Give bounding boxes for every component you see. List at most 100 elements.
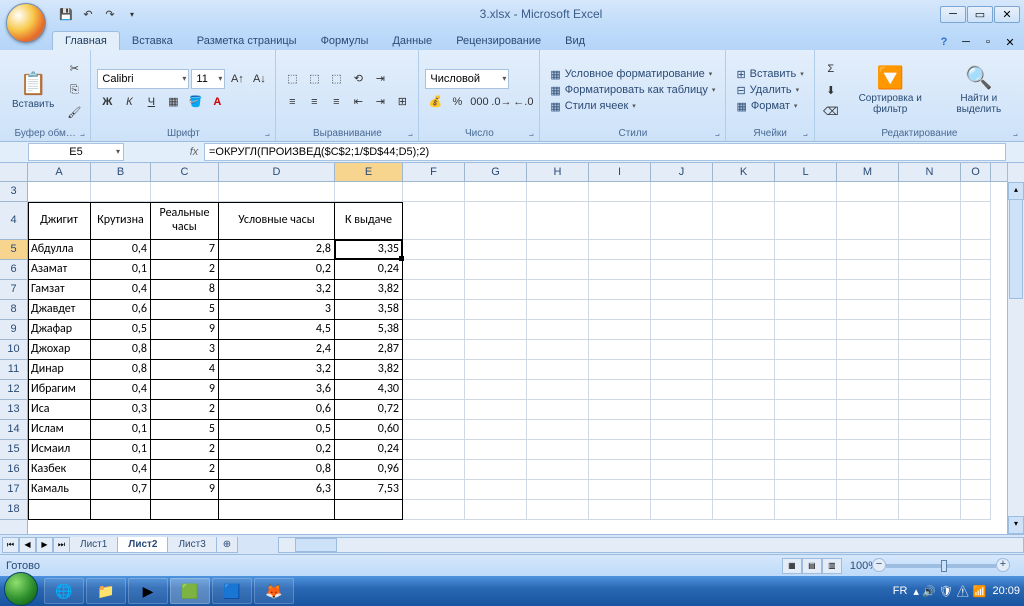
cell[interactable]: 0,4: [91, 460, 151, 480]
cell[interactable]: [961, 480, 991, 500]
cell[interactable]: [961, 440, 991, 460]
cell[interactable]: [403, 182, 465, 202]
cell[interactable]: [899, 420, 961, 440]
cell[interactable]: [527, 202, 589, 240]
decrease-indent-icon[interactable]: ⇤: [348, 92, 368, 112]
cell[interactable]: [589, 280, 651, 300]
cell[interactable]: Гамзат: [28, 280, 91, 300]
qat-undo-icon[interactable]: ↶: [78, 4, 98, 24]
cell[interactable]: [713, 420, 775, 440]
cell[interactable]: 2: [151, 400, 219, 420]
cell[interactable]: [527, 340, 589, 360]
zoom-slider[interactable]: [886, 564, 996, 568]
cell[interactable]: 0,4: [91, 380, 151, 400]
cell[interactable]: [775, 440, 837, 460]
cell[interactable]: [527, 380, 589, 400]
cell[interactable]: 0,3: [91, 400, 151, 420]
col-header-C[interactable]: C: [151, 163, 219, 181]
cell[interactable]: [961, 202, 991, 240]
cell[interactable]: [403, 240, 465, 260]
cell[interactable]: [961, 460, 991, 480]
cell[interactable]: [403, 460, 465, 480]
cell[interactable]: 2,87: [335, 340, 403, 360]
cell[interactable]: 0,24: [335, 260, 403, 280]
cell[interactable]: 7: [151, 240, 219, 260]
cell[interactable]: [837, 480, 899, 500]
bold-button[interactable]: Ж: [97, 92, 117, 112]
cell[interactable]: Джавдет: [28, 300, 91, 320]
cell[interactable]: [589, 340, 651, 360]
cell[interactable]: [527, 300, 589, 320]
cell[interactable]: [527, 460, 589, 480]
cell[interactable]: 0,5: [91, 320, 151, 340]
row-header-9[interactable]: 9: [0, 320, 27, 340]
cell[interactable]: [403, 500, 465, 520]
col-header-M[interactable]: M: [837, 163, 899, 181]
row-header-17[interactable]: 17: [0, 480, 27, 500]
font-color-icon[interactable]: A: [207, 92, 227, 112]
cell[interactable]: [527, 260, 589, 280]
cell[interactable]: [589, 480, 651, 500]
row-header-16[interactable]: 16: [0, 460, 27, 480]
cell[interactable]: [403, 280, 465, 300]
cell[interactable]: [403, 380, 465, 400]
cell[interactable]: [589, 300, 651, 320]
cell[interactable]: [465, 240, 527, 260]
tab-layout[interactable]: Разметка страницы: [185, 32, 309, 50]
wrap-text-icon[interactable]: ⇥: [370, 69, 390, 89]
fill-color-icon[interactable]: 🪣: [185, 92, 205, 112]
border-icon[interactable]: ▦: [163, 92, 183, 112]
sheet-tab-2[interactable]: Лист2: [117, 537, 168, 553]
cell[interactable]: 5,38: [335, 320, 403, 340]
cell[interactable]: [713, 280, 775, 300]
cell[interactable]: [837, 340, 899, 360]
cell[interactable]: [713, 380, 775, 400]
cell[interactable]: [465, 340, 527, 360]
cell[interactable]: [651, 500, 713, 520]
col-header-J[interactable]: J: [651, 163, 713, 181]
doc-minimize-button[interactable]: ─: [958, 34, 974, 50]
cell[interactable]: Исмаил: [28, 440, 91, 460]
cell[interactable]: 0,4: [91, 280, 151, 300]
cell[interactable]: Камаль: [28, 480, 91, 500]
cell[interactable]: [589, 360, 651, 380]
cell[interactable]: 4: [151, 360, 219, 380]
cell[interactable]: [775, 460, 837, 480]
format-as-table-button[interactable]: ▦Форматировать как таблицу▾: [546, 83, 719, 98]
cell[interactable]: 0,8: [91, 340, 151, 360]
taskbar-media-icon[interactable]: ▶: [128, 578, 168, 604]
cell[interactable]: Джигит: [28, 202, 91, 240]
underline-button[interactable]: Ч: [141, 92, 161, 112]
cut-icon[interactable]: ✂: [64, 58, 84, 78]
cell[interactable]: [775, 280, 837, 300]
cell[interactable]: [899, 260, 961, 280]
cell[interactable]: К выдаче: [335, 202, 403, 240]
cell[interactable]: [651, 400, 713, 420]
cell[interactable]: 0,6: [219, 400, 335, 420]
align-middle-icon[interactable]: ⬚: [304, 69, 324, 89]
cell[interactable]: [651, 340, 713, 360]
cell[interactable]: [961, 260, 991, 280]
cell[interactable]: [589, 182, 651, 202]
tray-clock[interactable]: 20:09: [992, 585, 1020, 597]
align-left-icon[interactable]: ≡: [282, 92, 302, 112]
cell[interactable]: [713, 182, 775, 202]
cell[interactable]: [713, 240, 775, 260]
cell[interactable]: [465, 320, 527, 340]
tab-data[interactable]: Данные: [380, 32, 444, 50]
font-size-combo[interactable]: 11: [191, 69, 225, 89]
cell[interactable]: Абдулла: [28, 240, 91, 260]
cell[interactable]: [651, 480, 713, 500]
view-normal-icon[interactable]: ▦: [782, 558, 802, 574]
cell[interactable]: 0,7: [91, 480, 151, 500]
qat-save-icon[interactable]: 💾: [56, 4, 76, 24]
cell[interactable]: [651, 320, 713, 340]
cell[interactable]: [837, 420, 899, 440]
row-header-10[interactable]: 10: [0, 340, 27, 360]
cell[interactable]: [775, 420, 837, 440]
cell[interactable]: [465, 280, 527, 300]
cell[interactable]: [713, 260, 775, 280]
cell[interactable]: [961, 380, 991, 400]
cell[interactable]: 0,72: [335, 400, 403, 420]
conditional-format-button[interactable]: ▦Условное форматирование▾: [546, 67, 719, 82]
